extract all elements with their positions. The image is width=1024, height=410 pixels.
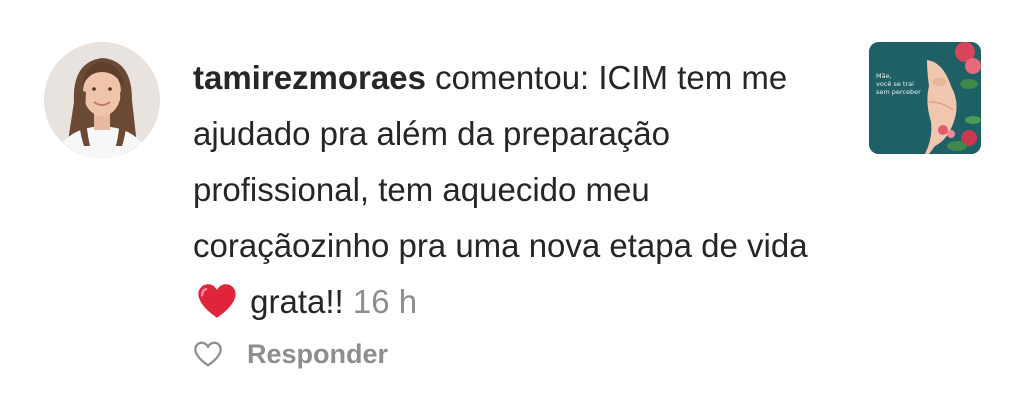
avatar[interactable]	[44, 42, 160, 158]
comment-body-end: grata!!	[250, 283, 344, 320]
thumbnail-line2: você se trai	[876, 80, 914, 88]
heart-outline-icon[interactable]	[193, 340, 223, 368]
post-thumbnail[interactable]: Mãe, você se trai sem perceber	[869, 42, 981, 154]
post-thumbnail-image	[869, 42, 981, 154]
thumbnail-line3: sem perceber	[876, 88, 921, 96]
avatar-photo	[44, 42, 160, 158]
thumbnail-caption: Mãe, você se trai sem perceber	[876, 72, 926, 96]
comment-actions: Responder	[193, 336, 388, 372]
reply-button[interactable]: Responder	[247, 339, 388, 370]
comment-notification[interactable]: tamirezmoraes comentou: ICIM tem me ajud…	[0, 0, 1024, 410]
comment-timestamp: 16 h	[352, 283, 418, 320]
comment-verb: comentou:	[435, 59, 590, 96]
thumbnail-line1: Mãe,	[876, 72, 892, 80]
comment-text: tamirezmoraes comentou: ICIM tem me ajud…	[193, 50, 823, 330]
comment-username[interactable]: tamirezmoraes	[193, 59, 426, 96]
red-heart-emoji-icon	[198, 284, 236, 318]
